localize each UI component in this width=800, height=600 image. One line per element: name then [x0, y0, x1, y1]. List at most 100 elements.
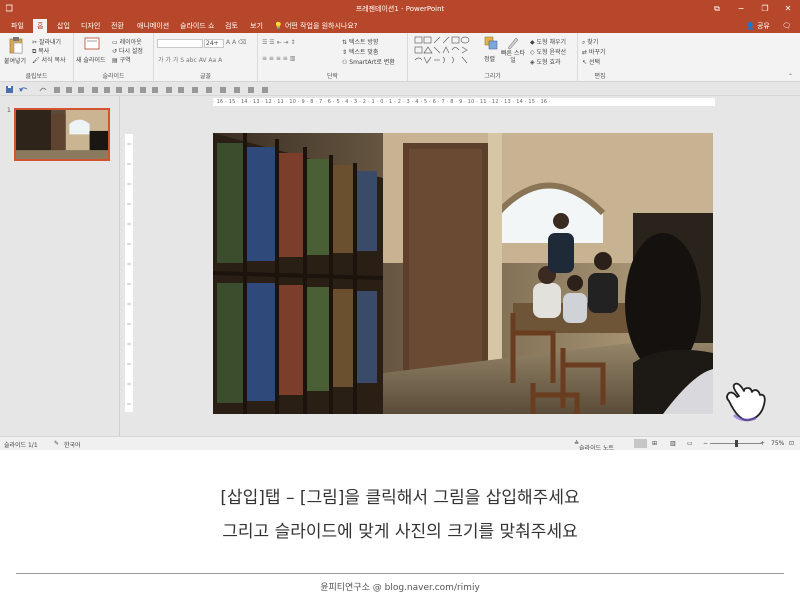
slideshow-view-icon[interactable]: ▭ — [687, 440, 693, 447]
minimize-button[interactable]: − — [729, 3, 753, 14]
proofing-icon[interactable]: ✎ — [54, 440, 59, 447]
section-button[interactable]: ▤ 구역 — [112, 55, 131, 64]
tab-slideshow[interactable]: 슬라이드 쇼 — [176, 19, 218, 33]
vertical-ruler — [125, 134, 133, 412]
shape-fill-label: 도형 채우기 — [536, 39, 567, 46]
group-font: 24+ A A ⌫ 가 가 가 S abc AV Aa A 글꼴 — [154, 33, 258, 82]
share-button[interactable]: 👤 공유 — [746, 19, 770, 33]
drawing-group-label: 그리기 — [484, 73, 501, 80]
arrange-label[interactable]: 정렬 — [484, 54, 495, 63]
lightbulb-icon: 💡 — [274, 22, 283, 30]
slide-thumbnail-pane: 1 — [0, 96, 120, 436]
shape-fill-button[interactable]: ◆ 도형 채우기 — [530, 37, 566, 46]
close-button[interactable]: ✕ — [776, 3, 800, 14]
library-photo[interactable] — [213, 133, 713, 414]
new-slide-label[interactable]: 새 슬라이드 — [76, 55, 106, 64]
normal-view-icon[interactable] — [634, 439, 647, 448]
cut-button[interactable]: ✂ 잘라내기 — [32, 37, 61, 46]
reading-view-icon[interactable]: ▥ — [670, 440, 676, 447]
quick-styles-label[interactable]: 빠른 스타일 — [501, 50, 525, 64]
select-label: 선택 — [588, 59, 600, 66]
format-painter-label: 서식 복사 — [41, 57, 66, 64]
align-icons[interactable]: ≡ ≡ ≡ ≡ ▥ — [262, 55, 295, 62]
caption-line-1: [삽입]탭 – [그림]을 클릭해서 그림을 삽입해주세요 — [220, 488, 580, 508]
shape-effects-label: 도형 효과 — [536, 59, 561, 66]
select-button[interactable]: ↖ 선택 — [582, 57, 600, 66]
zoom-level[interactable]: 75% — [771, 440, 784, 447]
zoom-out-button[interactable]: − — [703, 440, 708, 447]
window-title: 프레젠테이션1 - PowerPoint — [355, 5, 445, 13]
status-bar: 슬라이드 1/1 ✎ 한국어 ≙ 슬라이드 노트 ⊞ ▥ ▭ − + 75% ⊡ — [0, 436, 800, 452]
maximize-button[interactable]: ❐ — [753, 3, 777, 14]
caption-divider — [16, 573, 784, 574]
font-group-label: 글꼴 — [199, 73, 212, 80]
smartart-button[interactable]: ⚇ SmartArt로 변환 — [342, 57, 395, 66]
fit-slide-icon[interactable]: ⊡ — [789, 440, 794, 447]
group-paragraph: ☰ ☰ ⇤ ⇥ ↕ ≡ ≡ ≡ ≡ ▥ ⇅ 텍스트 방향 ⇕ 텍스트 맞춤 ⚇ … — [258, 33, 408, 82]
layout-label: 레이아웃 — [119, 39, 142, 46]
collapse-ribbon-icon[interactable]: ⌃ — [788, 73, 793, 80]
credit-text: 윤피티연구소 @ blog.naver.com/rimiy — [320, 583, 480, 593]
group-slides: 새 슬라이드 ▭ 레이아웃 ↺ 다시 설정 ▤ 구역 슬라이드 — [74, 33, 154, 82]
tell-me-text: 어떤 작업을 원하시나요? — [284, 22, 358, 30]
text-direction-button[interactable]: ⇅ 텍스트 방향 — [342, 37, 378, 46]
format-painter-button[interactable]: 🖌 서식 복사 — [32, 55, 66, 64]
smartart-label: SmartArt로 변환 — [349, 59, 395, 66]
tell-me-box[interactable]: 💡 어떤 작업을 원하시나요? — [274, 19, 358, 33]
share-label: 공유 — [756, 22, 770, 30]
comments-icon[interactable]: 🗨 — [782, 19, 791, 33]
save-icon[interactable] — [6, 86, 13, 93]
caption-area: [삽입]탭 – [그림]을 클릭해서 그림을 삽입해주세요 그리고 슬라이드에 … — [0, 450, 800, 600]
powerpoint-window: 프레젠테이션1 - PowerPoint ⧉ − ❐ ✕ 파일 홈 삽입 디자인… — [0, 0, 800, 452]
find-button[interactable]: ⌕ 찾기 — [582, 37, 598, 47]
quick-styles-icon[interactable] — [506, 36, 520, 50]
shape-outline-button[interactable]: ◇ 도형 윤곽선 — [530, 47, 566, 56]
zoom-in-button[interactable]: + — [760, 440, 765, 447]
replace-button[interactable]: ⇄ 바꾸기 — [582, 47, 606, 56]
tab-home[interactable]: 홈 — [33, 19, 48, 33]
new-slide-icon[interactable] — [84, 36, 100, 52]
section-label: 구역 — [119, 57, 131, 64]
quick-access-toolbar — [0, 82, 800, 96]
align-text-button[interactable]: ⇕ 텍스트 맞춤 — [342, 47, 378, 56]
slide-thumbnail[interactable] — [14, 108, 110, 161]
person-icon: 👤 — [746, 22, 755, 30]
language-status: 한국어 — [64, 442, 81, 449]
shapes-gallery[interactable] — [414, 36, 476, 66]
grow-shrink-font-icons[interactable]: A A ⌫ — [226, 39, 247, 46]
copy-label: 복사 — [38, 48, 50, 55]
slide-sorter-icon[interactable]: ⊞ — [652, 440, 657, 447]
slide-count-status: 슬라이드 1/1 — [4, 442, 38, 449]
replace-label: 바꾸기 — [588, 49, 606, 56]
tab-view[interactable]: 보기 — [246, 19, 267, 33]
font-size-box[interactable]: 24+ — [204, 39, 224, 48]
caption-line-2: 그리고 슬라이드에 맞게 사진의 크기를 맞춰주세요 — [222, 522, 578, 542]
slide-canvas[interactable] — [213, 133, 713, 414]
slide-editing-area: · 16 · 15 · 14 · 13 · 12 · 11 · 10 · 9 ·… — [121, 96, 800, 436]
tab-review[interactable]: 검토 — [221, 19, 242, 33]
font-name-box[interactable] — [157, 39, 203, 48]
notes-button[interactable]: ≙ 슬라이드 노트 — [574, 440, 614, 452]
tab-insert[interactable]: 삽입 — [53, 19, 74, 33]
zoom-slider-thumb[interactable] — [735, 440, 738, 447]
reset-button[interactable]: ↺ 다시 설정 — [112, 46, 143, 55]
layout-button[interactable]: ▭ 레이아웃 — [112, 37, 142, 46]
redo-icon[interactable] — [39, 87, 47, 92]
slides-group-label: 슬라이드 — [102, 73, 125, 80]
arrange-icon[interactable] — [484, 36, 498, 50]
tab-animations[interactable]: 애니메이션 — [133, 19, 173, 33]
undo-icon[interactable] — [19, 87, 28, 92]
paste-icon[interactable] — [8, 36, 24, 54]
shape-effects-button[interactable]: ◈ 도형 효과 — [530, 57, 561, 66]
font-format-icons[interactable]: 가 가 가 S abc AV Aa A — [158, 55, 222, 64]
tab-transitions[interactable]: 전환 — [107, 19, 128, 33]
ribbon-display-button[interactable]: ⧉ — [705, 3, 729, 14]
list-icons[interactable]: ☰ ☰ ⇤ ⇥ ↕ — [262, 39, 295, 46]
paste-label[interactable]: 붙여넣기 — [4, 56, 26, 65]
group-editing: ⌕ 찾기 ⇄ 바꾸기 ↖ 선택 편집 — [578, 33, 622, 82]
align-text-label: 텍스트 맞춤 — [348, 49, 379, 56]
tab-file[interactable]: 파일 — [7, 19, 28, 33]
paragraph-group-label: 단락 — [326, 73, 339, 80]
tab-design[interactable]: 디자인 — [77, 19, 104, 33]
group-clipboard: 붙여넣기 ✂ 잘라내기 ⧉ 복사 🖌 서식 복사 클립보드 — [0, 33, 74, 82]
